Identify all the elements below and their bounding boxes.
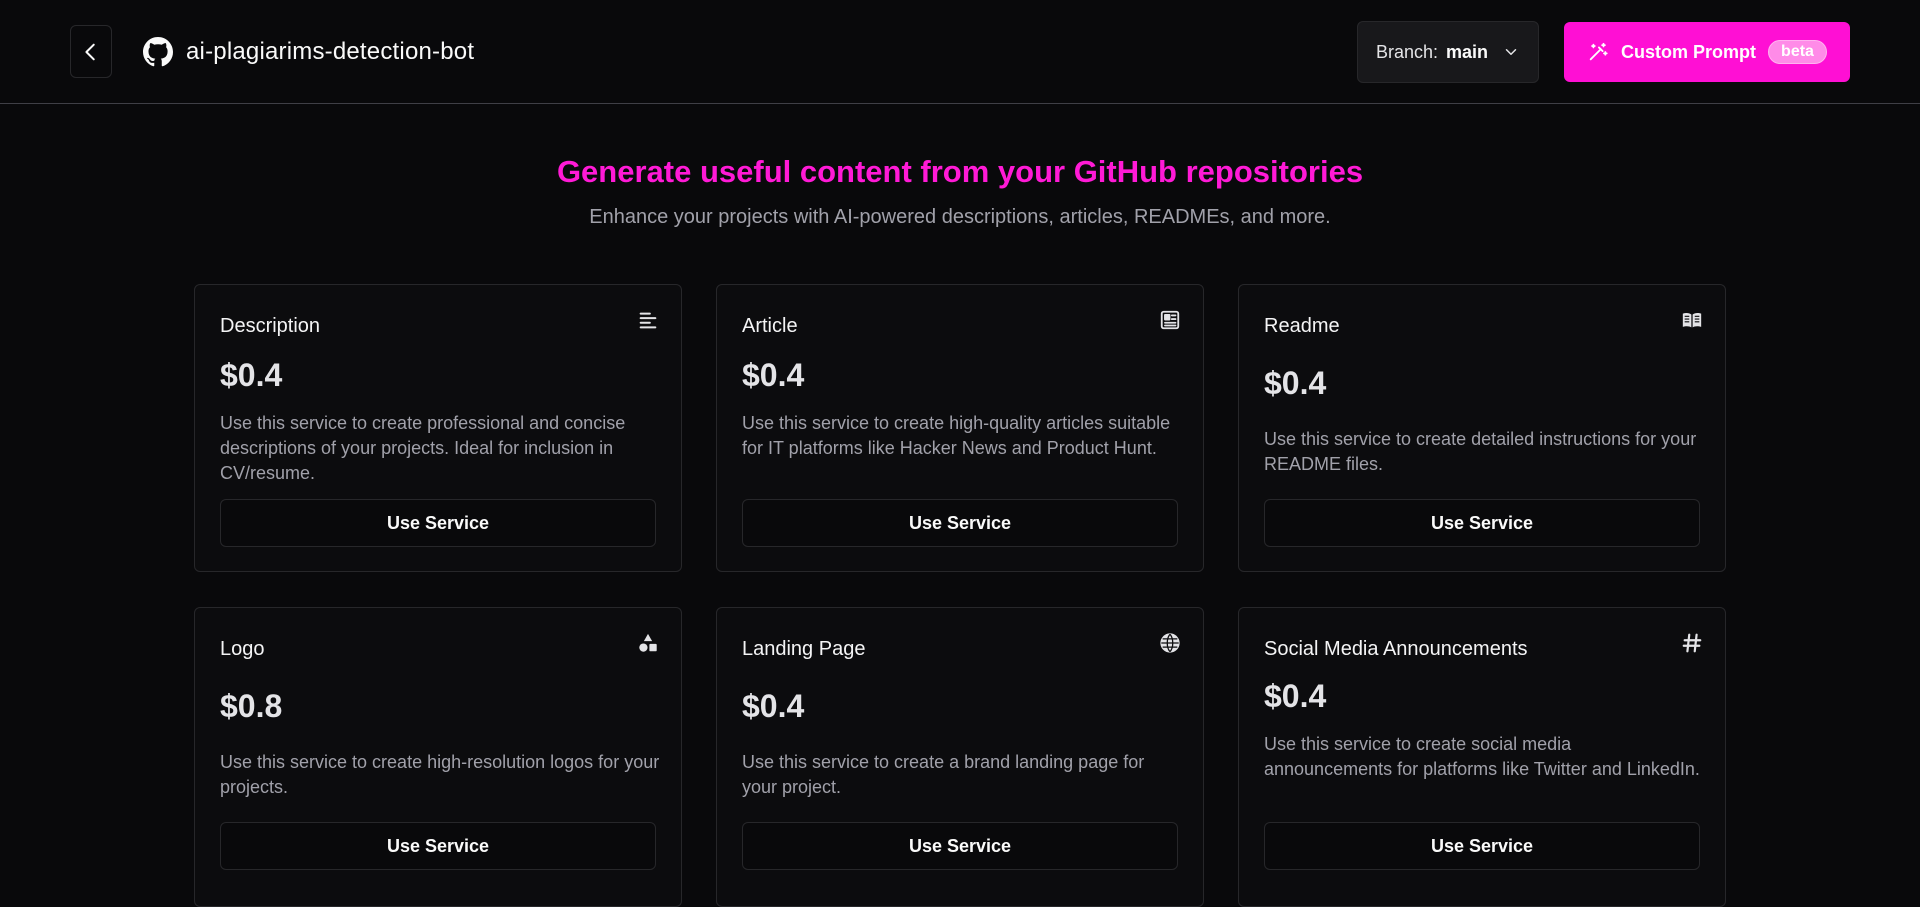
card-description: Use this service to create a brand landi… (742, 752, 1145, 797)
card-title: Logo (220, 638, 265, 660)
service-card-readme: Readme $0.4 Use this service to create d… (1238, 284, 1726, 572)
card-description: Use this service to create high-resoluti… (220, 752, 660, 797)
align-left-icon (639, 312, 657, 329)
chevron-left-icon (85, 43, 95, 60)
card-description: Use this service to create high-quality … (742, 413, 1171, 458)
branch-label: Branch: (1375, 41, 1439, 62)
custom-prompt-label: Custom Prompt (1621, 41, 1757, 62)
use-service-button[interactable]: Use Service (1264, 499, 1700, 547)
back-button[interactable] (70, 25, 112, 78)
card-price: $0.4 (220, 357, 283, 393)
hash-icon (1682, 633, 1702, 653)
newspaper-icon (1160, 310, 1180, 330)
top-bar: ai-plagiarims-detection-bot Branch: main… (0, 0, 1920, 104)
card-description: Use this service to create social media … (1264, 734, 1700, 779)
custom-prompt-button[interactable]: Custom Prompt beta (1564, 22, 1850, 82)
branch-select[interactable]: Branch: main (1357, 21, 1539, 83)
globe-icon (1160, 633, 1180, 653)
chevron-down-icon (1505, 49, 1517, 55)
card-title: Description (220, 315, 321, 337)
page-subtitle: Enhance your projects with AI-powered de… (589, 206, 1331, 228)
service-card-landing-page: Landing Page $0.4 Use this service to cr… (716, 607, 1204, 907)
book-open-icon (1682, 312, 1702, 328)
shapes-icon (639, 633, 657, 652)
repo-name: ai-plagiarims-detection-bot (186, 38, 475, 65)
beta-badge: beta (1768, 40, 1827, 64)
card-title: Social Media Announcements (1264, 638, 1528, 660)
service-card-social-media: Social Media Announcements $0.4 Use this… (1238, 607, 1726, 907)
card-price: $0.4 (1264, 365, 1327, 401)
use-service-button[interactable]: Use Service (742, 499, 1178, 547)
use-service-button[interactable]: Use Service (1264, 822, 1700, 870)
service-card-description: Description $0.4 Use this service to cre… (194, 284, 682, 572)
github-icon (143, 37, 173, 67)
card-price: $0.4 (1264, 678, 1327, 714)
card-title: Landing Page (742, 638, 866, 660)
card-price: $0.8 (220, 688, 283, 724)
card-price: $0.4 (742, 688, 805, 724)
use-service-button[interactable]: Use Service (220, 499, 656, 547)
card-description: Use this service to create professional … (220, 413, 626, 483)
service-card-logo: Logo $0.8 Use this service to create hig… (194, 607, 682, 907)
card-description: Use this service to create detailed inst… (1264, 429, 1697, 474)
card-title: Readme (1264, 315, 1340, 337)
page-title: Generate useful content from your GitHub… (556, 154, 1364, 189)
card-price: $0.4 (742, 357, 805, 393)
branch-value: main (1446, 41, 1489, 62)
magic-wand-icon (1589, 42, 1608, 61)
use-service-button[interactable]: Use Service (742, 822, 1178, 870)
use-service-button[interactable]: Use Service (220, 822, 656, 870)
card-title: Article (742, 315, 798, 337)
service-card-article: Article $0.4 Use this service to create … (716, 284, 1204, 572)
